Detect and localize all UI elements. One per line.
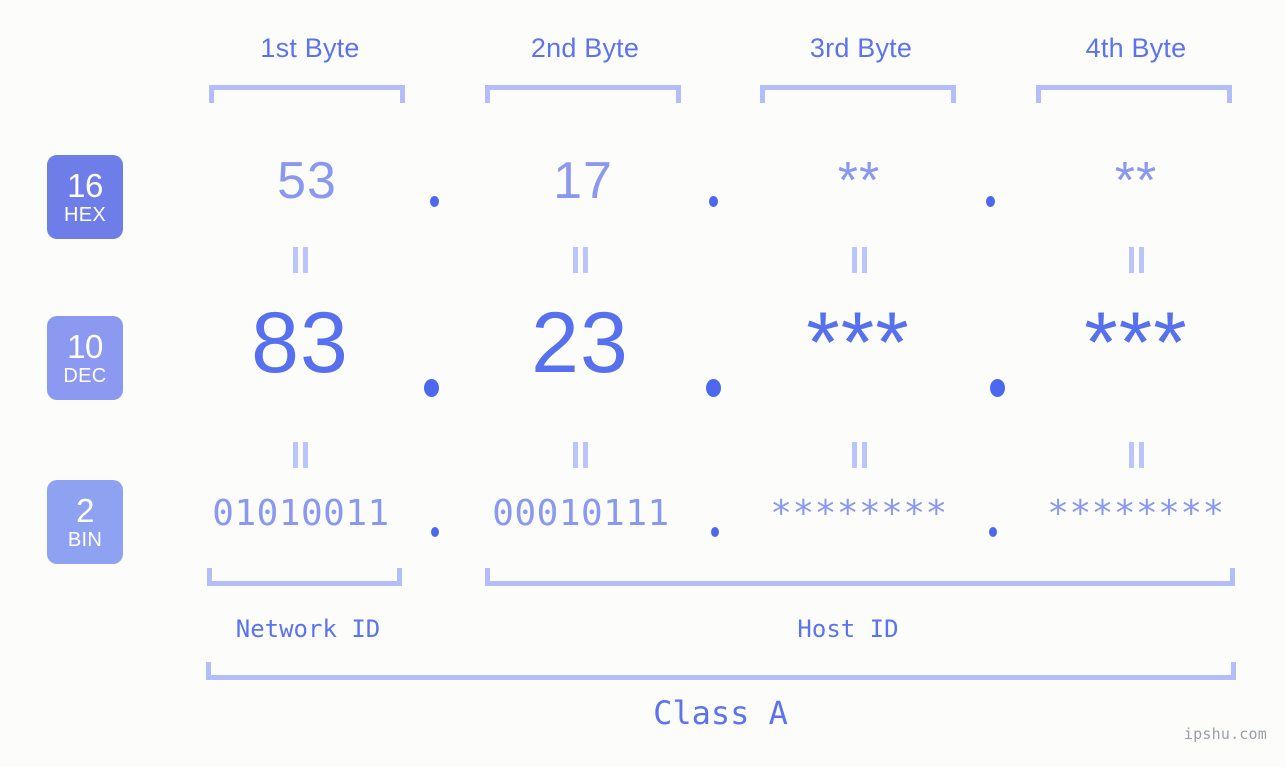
equals-mark-hex-dec-1 [292, 247, 309, 273]
ip-address-breakdown-diagram: 1st Byte 2nd Byte 3rd Byte 4th Byte 16 H… [0, 0, 1285, 767]
dec-byte-3: *** [806, 295, 910, 391]
class-label: Class A [653, 694, 788, 732]
hex-byte-1: 53 [277, 152, 337, 210]
base-badge-hex-number: 16 [67, 167, 103, 204]
base-badge-dec[interactable]: 10 DEC [47, 316, 123, 400]
network-id-label: Network ID [235, 615, 381, 643]
equals-mark-dec-bin-4 [1128, 442, 1145, 468]
equals-mark-dec-bin-3 [851, 442, 868, 468]
byte-bracket-top-4 [1036, 85, 1232, 103]
bin-byte-2: 00010111 [492, 493, 670, 534]
base-badge-dec-number: 10 [67, 328, 103, 365]
base-badge-bin[interactable]: 2 BIN [47, 480, 123, 564]
network-id-bracket [207, 568, 402, 586]
byte-header-4: 4th Byte [1085, 33, 1187, 63]
byte-header-2: 2nd Byte [530, 33, 640, 63]
hex-byte-4: ** [1114, 152, 1158, 210]
base-badge-hex-name: HEX [63, 204, 107, 226]
equals-mark-hex-dec-3 [851, 247, 868, 273]
hex-dot-separator-3 [986, 196, 995, 207]
byte-bracket-top-2 [485, 85, 681, 103]
dec-byte-4: *** [1084, 295, 1188, 391]
bin-dot-separator-1 [431, 527, 439, 537]
bin-byte-1: 01010011 [212, 493, 390, 534]
bin-dot-separator-3 [989, 527, 997, 537]
base-badge-bin-number: 2 [76, 492, 94, 529]
dec-dot-separator-2 [706, 379, 721, 397]
byte-bracket-top-3 [760, 85, 956, 103]
bin-byte-4: ******** [1047, 493, 1225, 534]
equals-mark-dec-bin-2 [572, 442, 589, 468]
watermark: ipshu.com [1183, 725, 1267, 743]
host-id-label: Host ID [797, 615, 899, 643]
dec-byte-1: 83 [251, 295, 349, 391]
dec-dot-separator-3 [990, 379, 1005, 397]
byte-header-3: 3rd Byte [809, 33, 913, 63]
byte-header-1: 1st Byte [260, 33, 360, 63]
base-badge-bin-name: BIN [67, 529, 103, 551]
equals-mark-hex-dec-2 [572, 247, 589, 273]
hex-byte-3: ** [837, 152, 881, 210]
host-id-bracket [485, 568, 1235, 586]
hex-dot-separator-2 [709, 196, 718, 207]
base-badge-hex[interactable]: 16 HEX [47, 155, 123, 239]
hex-byte-2: 17 [553, 152, 613, 210]
equals-mark-dec-bin-1 [292, 442, 309, 468]
hex-dot-separator-1 [430, 196, 439, 207]
dec-byte-2: 23 [531, 295, 629, 391]
byte-bracket-top-1 [209, 85, 405, 103]
bin-byte-3: ******** [770, 493, 948, 534]
class-bracket [206, 662, 1236, 680]
base-badge-dec-name: DEC [63, 365, 107, 387]
dec-dot-separator-1 [424, 379, 439, 397]
equals-mark-hex-dec-4 [1128, 247, 1145, 273]
bin-dot-separator-2 [711, 527, 719, 537]
